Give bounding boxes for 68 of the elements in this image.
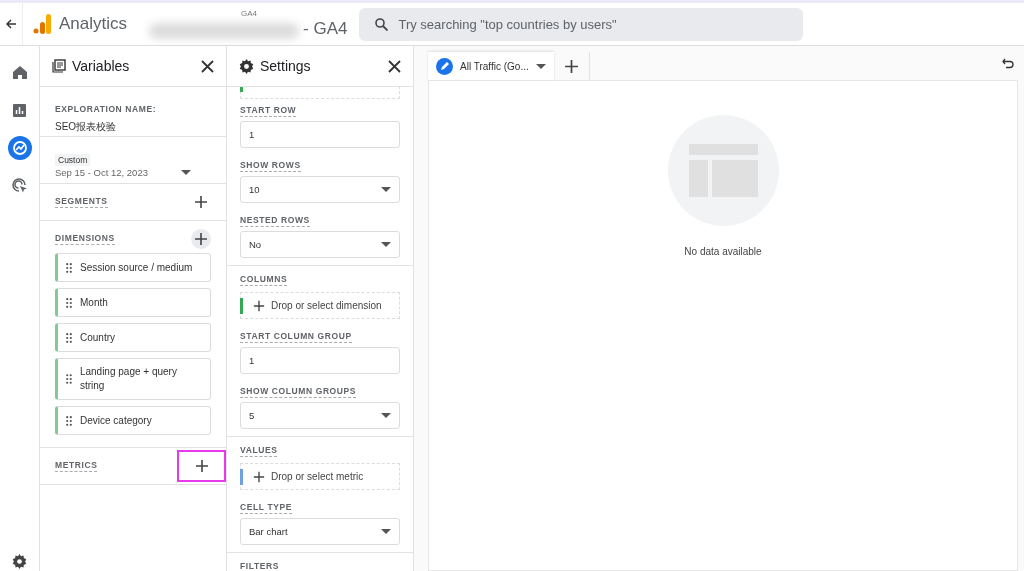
drag-handle-icon (66, 297, 72, 308)
search-icon (375, 17, 389, 31)
back-arrow-icon[interactable] (6, 19, 16, 29)
field-label: START ROW (240, 105, 297, 117)
tab[interactable]: All Traffic (Go... (428, 52, 554, 80)
caret-icon (381, 242, 391, 247)
search-field[interactable]: Try searching "top countries by users" (359, 7, 804, 41)
dimension-chip[interactable]: Country (55, 323, 211, 352)
dropdown[interactable]: No (240, 231, 400, 258)
exploration-name[interactable]: SEO报表校验 (55, 120, 211, 134)
field-label: SHOW ROWS (240, 160, 301, 172)
empty-message: No data available (684, 246, 762, 257)
add-button[interactable] (191, 229, 211, 249)
dimension-chip[interactable]: Month (55, 288, 211, 317)
input-field[interactable]: 1 (240, 121, 400, 148)
home-icon[interactable] (12, 65, 27, 79)
caret-icon (535, 63, 546, 69)
date-picker[interactable]: Sep 15 - Oct 12, 2023 (55, 167, 211, 178)
undo-icon[interactable] (1002, 58, 1014, 69)
section-label: SEGMENTS (55, 196, 108, 208)
field-label: NESTED ROWS (240, 215, 310, 227)
settings-icon[interactable] (12, 554, 27, 569)
field-label: SHOW COLUMN GROUPS (240, 386, 357, 398)
drop-zone[interactable]: Drop or select dimension (240, 292, 400, 319)
drag-handle-icon (66, 332, 72, 343)
add-button[interactable] (177, 450, 226, 482)
dropdown[interactable]: 5 (240, 402, 400, 429)
close-icon[interactable] (388, 59, 401, 73)
app-title: Analytics (59, 14, 128, 34)
list-icon (52, 59, 66, 73)
drag-handle-icon (66, 415, 72, 426)
caret-icon (381, 529, 391, 534)
bar-chart-icon[interactable] (13, 103, 26, 117)
logo-icon (33, 14, 51, 34)
field-label: START COLUMN GROUP (240, 331, 352, 343)
plus-icon (194, 195, 208, 209)
caret-icon (381, 187, 391, 192)
section-label: DIMENSIONS (55, 233, 115, 245)
dropdown[interactable]: 10 (240, 176, 400, 203)
dimension-chip[interactable]: Device category (55, 406, 211, 435)
settings-icon (239, 58, 254, 74)
drag-handle-icon (66, 374, 72, 384)
dimension-chip[interactable]: Landing page + query string (55, 358, 211, 400)
plus-icon (253, 470, 265, 483)
property-name[interactable]: - GA4 (303, 19, 348, 39)
date-tag: Custom (55, 154, 91, 166)
drag-handle-icon (66, 262, 72, 273)
section-label: METRICS (55, 460, 98, 472)
section-label: FILTERS (240, 561, 279, 571)
property-tag: GA4 (241, 9, 258, 18)
plus-icon (563, 58, 579, 74)
plus-icon (194, 232, 208, 246)
dropdown[interactable]: Bar chart (240, 518, 400, 545)
dimension-chip[interactable]: Session source / medium (55, 253, 211, 282)
plus-icon (253, 299, 265, 312)
section-label: VALUES (240, 445, 278, 457)
panel-title: Variables (72, 58, 131, 74)
input-field[interactable]: 1 (240, 347, 400, 374)
plus-icon (194, 459, 209, 473)
field-label: EXPLORATION NAME: (55, 104, 157, 115)
pencil-icon (436, 57, 453, 75)
drop-zone[interactable]: Drop or select metric (240, 463, 400, 490)
panel-title: Settings (260, 58, 312, 74)
caret-icon (381, 413, 391, 418)
field-label: CELL TYPE (240, 502, 292, 514)
section-label: COLUMNS (240, 274, 288, 286)
caret-icon (181, 170, 191, 175)
close-icon[interactable] (201, 59, 214, 73)
